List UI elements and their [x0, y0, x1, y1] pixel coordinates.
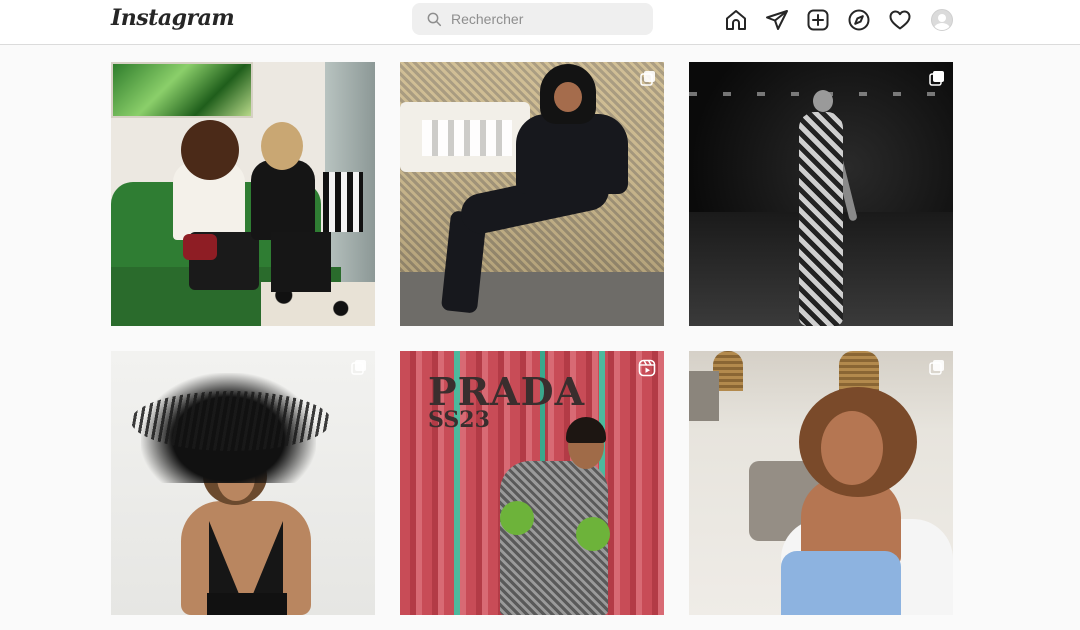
scene-person-legs: [271, 232, 331, 292]
carousel-icon: [640, 71, 655, 86]
image-text-line2: SS23: [428, 407, 490, 433]
explore-icon[interactable]: [846, 7, 872, 33]
notifications-icon[interactable]: [887, 7, 913, 33]
home-icon[interactable]: [723, 7, 749, 33]
carousel-icon: [929, 360, 944, 375]
search-icon: [427, 12, 442, 27]
avatar: [931, 9, 953, 31]
scene-feathers: [131, 391, 331, 451]
scene-chair: [689, 371, 719, 421]
scene-glasses: [422, 120, 512, 156]
scene-person: [251, 160, 315, 240]
carousel-icon: [351, 360, 366, 375]
create-icon[interactable]: [805, 7, 831, 33]
scene-dress: [799, 112, 843, 326]
scene-face: [821, 411, 883, 485]
scene-pants: [781, 551, 901, 615]
reel-icon: [638, 359, 656, 377]
profile-avatar[interactable]: [929, 7, 955, 33]
scene-bag: [183, 234, 217, 260]
scene-cuff: [576, 517, 610, 551]
post-thumbnail-6[interactable]: [689, 351, 953, 615]
scene-cuff: [500, 501, 534, 535]
search-input[interactable]: [451, 11, 641, 27]
scene-face: [554, 82, 582, 112]
scene-artwork: [111, 62, 253, 118]
scene-ground: [400, 272, 664, 326]
post-thumbnail-4[interactable]: [111, 351, 375, 615]
scene-skirt: [207, 593, 287, 615]
carousel-icon: [929, 71, 944, 86]
instagram-logo[interactable]: Instagram: [111, 5, 235, 31]
post-thumbnail-1[interactable]: [111, 62, 375, 326]
messages-icon[interactable]: [764, 7, 790, 33]
scene-person: [516, 114, 628, 194]
scene-head: [813, 90, 833, 112]
post-thumbnail-3[interactable]: [689, 62, 953, 326]
post-thumbnail-5[interactable]: PRADA SS23: [400, 351, 664, 615]
post-thumbnail-2[interactable]: [400, 62, 664, 326]
scene-person-head: [261, 122, 303, 170]
scene-stool: [323, 172, 363, 232]
top-navigation-bar: Instagram: [0, 0, 1080, 45]
image-text-line1: PRADA: [428, 369, 586, 414]
scene-person-head: [181, 120, 239, 180]
search-box[interactable]: [412, 3, 653, 35]
